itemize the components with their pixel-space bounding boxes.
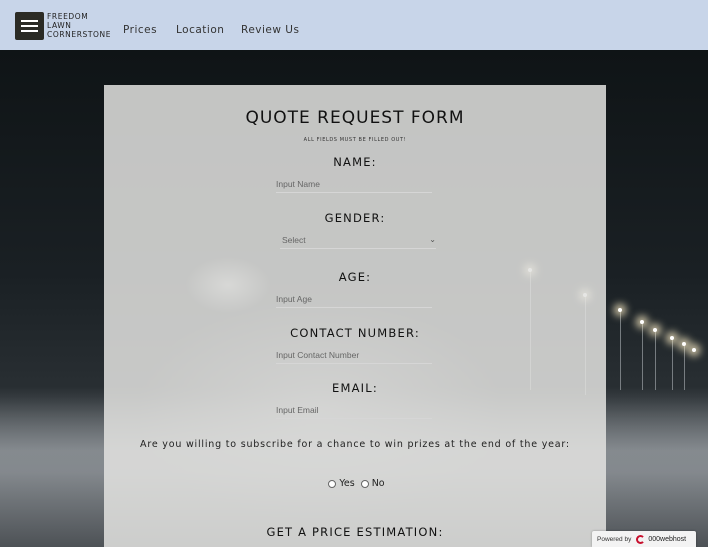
street-lamp-light: [692, 348, 696, 352]
street-lamp-pole: [684, 344, 685, 390]
age-input[interactable]: Input Age: [276, 291, 432, 308]
brand-line: FREEDOM: [47, 12, 89, 21]
street-lamp-pole: [672, 338, 673, 390]
email-label: EMAIL:: [332, 381, 378, 395]
hamburger-menu-button[interactable]: [15, 12, 44, 40]
street-lamp-pole: [655, 330, 656, 390]
price-estimation-heading: GET A PRICE ESTIMATION:: [266, 525, 444, 539]
nav-link-prices[interactable]: Prices: [123, 24, 157, 36]
subscribe-yes-radio[interactable]: [328, 479, 337, 488]
name-label: NAME:: [333, 155, 377, 169]
email-placeholder: Input Email: [276, 405, 319, 415]
brand-line: LAWN: [47, 21, 72, 30]
nav-link-review-us[interactable]: Review Us: [241, 24, 299, 36]
age-label: AGE:: [338, 270, 372, 284]
hamburger-icon-bar: [21, 30, 38, 32]
subscribe-question: Are you willing to subscribe for a chanc…: [140, 439, 570, 450]
street-lamp-light: [670, 336, 674, 340]
contact-number-input[interactable]: Input Contact Number: [276, 347, 432, 364]
subscribe-yes-label[interactable]: Yes: [339, 478, 354, 489]
quote-form-panel: QUOTE REQUEST FORM ALL FIELDS MUST BE FI…: [104, 85, 606, 547]
street-lamp-light: [653, 328, 657, 332]
nav-link-location[interactable]: Location: [176, 24, 224, 36]
name-input[interactable]: Input Name: [276, 176, 432, 193]
street-lamp-pole: [642, 322, 643, 390]
gender-select[interactable]: Select ⌄: [280, 232, 436, 249]
webhost-logo-icon: [636, 534, 646, 544]
subscribe-no-radio[interactable]: [360, 479, 369, 488]
form-subtitle: ALL FIELDS MUST BE FILLED OUT!: [303, 137, 407, 143]
powered-by-text: Powered by: [597, 535, 632, 543]
brand-line: CORNERSTONE: [47, 30, 112, 39]
hamburger-icon-bar: [21, 20, 38, 22]
form-title: QUOTE REQUEST FORM: [245, 108, 465, 128]
gender-selected-value: Select: [282, 235, 306, 245]
street-lamp-pole: [620, 310, 621, 390]
site-header: FREEDOM LAWN CORNERSTONE Prices Location…: [0, 0, 708, 50]
webhost-brand-text: 000webhost: [648, 535, 687, 543]
gender-label: GENDER:: [324, 211, 386, 225]
hamburger-icon-bar: [21, 25, 38, 27]
street-lamp-light: [618, 308, 622, 312]
chevron-down-icon: ⌄: [429, 235, 436, 244]
contact-number-placeholder: Input Contact Number: [276, 350, 360, 360]
street-lamp-light: [682, 342, 686, 346]
age-placeholder: Input Age: [276, 294, 312, 304]
brand-logo-text[interactable]: FREEDOM LAWN CORNERSTONE: [47, 12, 111, 39]
street-lamp-light: [640, 320, 644, 324]
email-input[interactable]: Input Email: [276, 402, 432, 419]
name-placeholder: Input Name: [276, 179, 320, 189]
contact-number-label: CONTACT NUMBER:: [290, 326, 420, 340]
subscribe-radio-group: Yes No: [104, 478, 606, 489]
subscribe-no-label[interactable]: No: [372, 478, 385, 489]
powered-by-badge[interactable]: Powered by 000webhost: [592, 531, 696, 547]
